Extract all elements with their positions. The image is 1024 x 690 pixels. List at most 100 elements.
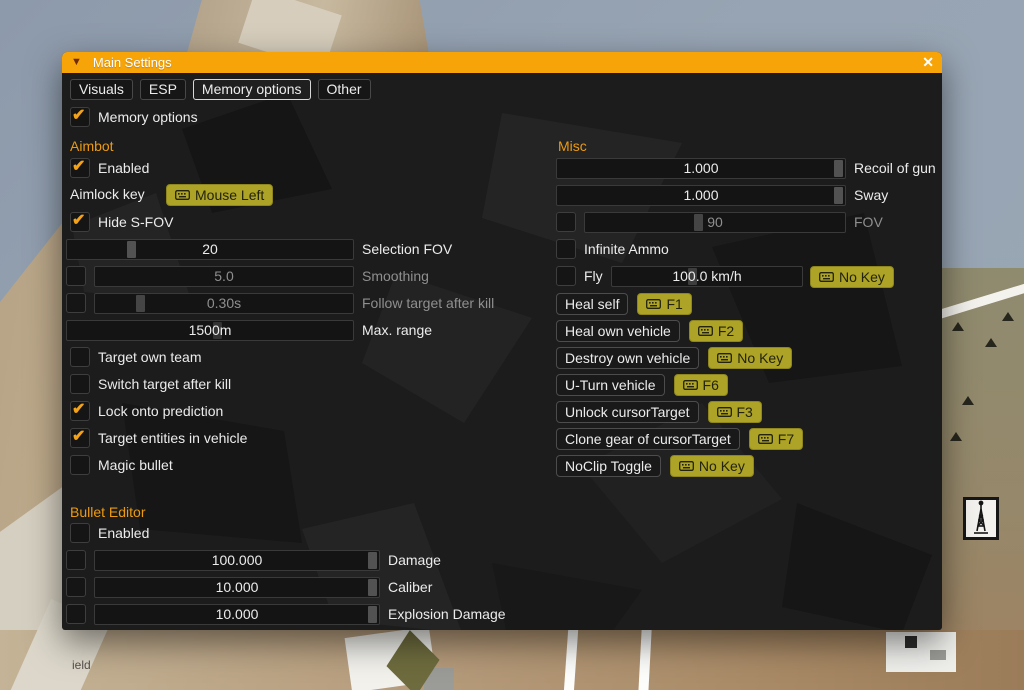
lock-prediction-checkbox[interactable]: ✔ (70, 401, 90, 421)
max-range-slider[interactable]: 1500m (66, 320, 354, 341)
hide-sfov-row: ✔ Hide S-FOV (62, 212, 522, 234)
fov-slider[interactable]: 90 (584, 212, 846, 233)
target-own-team-checkbox[interactable]: ✔ (70, 347, 90, 367)
u-turn-vehicle-button[interactable]: U-Turn vehicle (556, 374, 665, 396)
damage-checkbox[interactable]: ✔ (66, 550, 86, 570)
map-place-label: ield (72, 658, 91, 672)
smoothing-row: ✔ 5.0 Smoothing (62, 266, 532, 288)
sway-slider[interactable]: 1.000 (556, 185, 846, 206)
clone-gear-keybind-button[interactable]: F7 (749, 428, 803, 450)
window-titlebar[interactable]: ▼ Main Settings ✕ (62, 52, 942, 73)
map-tree-marker (950, 432, 962, 441)
sway-row: 1.000 Sway (556, 185, 942, 207)
explosion-damage-value: 10.000 (95, 605, 379, 624)
tab-memory-options[interactable]: Memory options (193, 79, 311, 100)
sway-label: Sway (854, 185, 888, 206)
aimlock-keybind-button[interactable]: Mouse Left (166, 184, 273, 206)
memory-options-checkbox[interactable]: ✔ (70, 107, 90, 127)
smoothing-value: 5.0 (95, 267, 353, 286)
main-settings-window: ▼ Main Settings ✕ Visuals ESP Memory opt… (62, 52, 942, 630)
destroy-own-vehicle-button[interactable]: Destroy own vehicle (556, 347, 699, 369)
bullet-editor-enabled-checkbox[interactable]: ✔ (70, 523, 90, 543)
hide-sfov-checkbox[interactable]: ✔ (70, 212, 90, 232)
fly-speed-slider[interactable]: 100.0 km/h (611, 266, 803, 287)
noclip-toggle-button[interactable]: NoClip Toggle (556, 455, 661, 477)
explosion-damage-slider[interactable]: 10.000 (94, 604, 380, 625)
bullet-editor-enabled-label: Enabled (98, 523, 149, 544)
aimlock-key-label: Aimlock key (70, 184, 145, 205)
selection-fov-row: 20 Selection FOV (62, 239, 532, 261)
caliber-label: Caliber (388, 577, 432, 598)
check-icon: ✔ (72, 399, 85, 419)
max-range-value: 1500m (67, 321, 353, 340)
close-icon[interactable]: ✕ (922, 52, 934, 73)
damage-row: ✔ 100.000 Damage (62, 550, 532, 572)
selection-fov-label: Selection FOV (362, 239, 452, 260)
damage-value: 100.000 (95, 551, 379, 570)
tab-bar: Visuals ESP Memory options Other (70, 79, 930, 101)
fly-checkbox[interactable]: ✔ (556, 266, 576, 286)
selection-fov-value: 20 (67, 240, 353, 259)
keyboard-icon (679, 461, 694, 471)
check-icon: ✔ (72, 426, 85, 446)
magic-bullet-row: ✔ Magic bullet (62, 455, 522, 477)
damage-slider[interactable]: 100.000 (94, 550, 380, 571)
heal-own-vehicle-keybind-button[interactable]: F2 (689, 320, 743, 342)
check-icon: ✔ (72, 210, 85, 230)
memory-options-toggle-row: ✔ Memory options (62, 107, 522, 129)
fly-speed-value: 100.0 km/h (612, 267, 802, 286)
aimlock-key-value: Mouse Left (195, 187, 264, 203)
fly-label: Fly (584, 266, 603, 287)
follow-target-checkbox[interactable]: ✔ (66, 293, 86, 313)
caliber-checkbox[interactable]: ✔ (66, 577, 86, 597)
explosion-damage-row: ✔ 10.000 Explosion Damage (62, 604, 532, 626)
tab-visuals[interactable]: Visuals (70, 79, 133, 100)
follow-target-value: 0.30s (95, 294, 353, 313)
aimbot-enabled-checkbox[interactable]: ✔ (70, 158, 90, 178)
infinite-ammo-row: ✔ Infinite Ammo (556, 239, 942, 261)
tab-other[interactable]: Other (318, 79, 371, 100)
fov-checkbox[interactable]: ✔ (556, 212, 576, 232)
magic-bullet-checkbox[interactable]: ✔ (70, 455, 90, 475)
target-in-vehicle-checkbox[interactable]: ✔ (70, 428, 90, 448)
target-in-vehicle-row: ✔ Target entities in vehicle (62, 428, 522, 450)
fly-keybind-button[interactable]: No Key (810, 266, 894, 288)
keyboard-icon (698, 326, 713, 336)
keyboard-icon (717, 353, 732, 363)
infinite-ammo-checkbox[interactable]: ✔ (556, 239, 576, 259)
noclip-toggle-keybind-button[interactable]: No Key (670, 455, 754, 477)
unlock-cursortarget-button[interactable]: Unlock cursorTarget (556, 401, 699, 423)
selection-fov-slider[interactable]: 20 (66, 239, 354, 260)
destroy-own-vehicle-row: Destroy own vehicle No Key (556, 347, 942, 369)
switch-target-checkbox[interactable]: ✔ (70, 374, 90, 394)
explosion-damage-checkbox[interactable]: ✔ (66, 604, 86, 624)
clone-gear-button[interactable]: Clone gear of cursorTarget (556, 428, 740, 450)
heal-self-button[interactable]: Heal self (556, 293, 628, 315)
follow-target-row: ✔ 0.30s Follow target after kill (62, 293, 532, 315)
aimbot-enabled-row: ✔ Enabled (62, 158, 522, 180)
recoil-slider[interactable]: 1.000 (556, 158, 846, 179)
tab-esp[interactable]: ESP (140, 79, 186, 100)
bullet-editor-enabled-row: ✔ Enabled (62, 523, 522, 545)
hide-sfov-label: Hide S-FOV (98, 212, 173, 233)
lock-prediction-label: Lock onto prediction (98, 401, 223, 422)
map-tree-marker (962, 396, 974, 405)
explosion-damage-label: Explosion Damage (388, 604, 506, 625)
keyboard-icon (758, 434, 773, 444)
target-own-team-row: ✔ Target own team (62, 347, 522, 369)
smoothing-checkbox[interactable]: ✔ (66, 266, 86, 286)
max-range-label: Max. range (362, 320, 432, 341)
recoil-value: 1.000 (557, 159, 845, 178)
follow-target-slider[interactable]: 0.30s (94, 293, 354, 314)
heal-own-vehicle-button[interactable]: Heal own vehicle (556, 320, 680, 342)
fov-row: ✔ 90 FOV (556, 212, 942, 234)
destroy-own-vehicle-keybind-button[interactable]: No Key (708, 347, 792, 369)
collapse-caret-icon[interactable]: ▼ (71, 57, 82, 68)
u-turn-vehicle-keybind-button[interactable]: F6 (674, 374, 728, 396)
recoil-label: Recoil of gun (854, 158, 936, 179)
map-tree-marker (1002, 312, 1014, 321)
caliber-slider[interactable]: 10.000 (94, 577, 380, 598)
smoothing-slider[interactable]: 5.0 (94, 266, 354, 287)
unlock-cursortarget-keybind-button[interactable]: F3 (708, 401, 762, 423)
heal-self-keybind-button[interactable]: F1 (637, 293, 691, 315)
